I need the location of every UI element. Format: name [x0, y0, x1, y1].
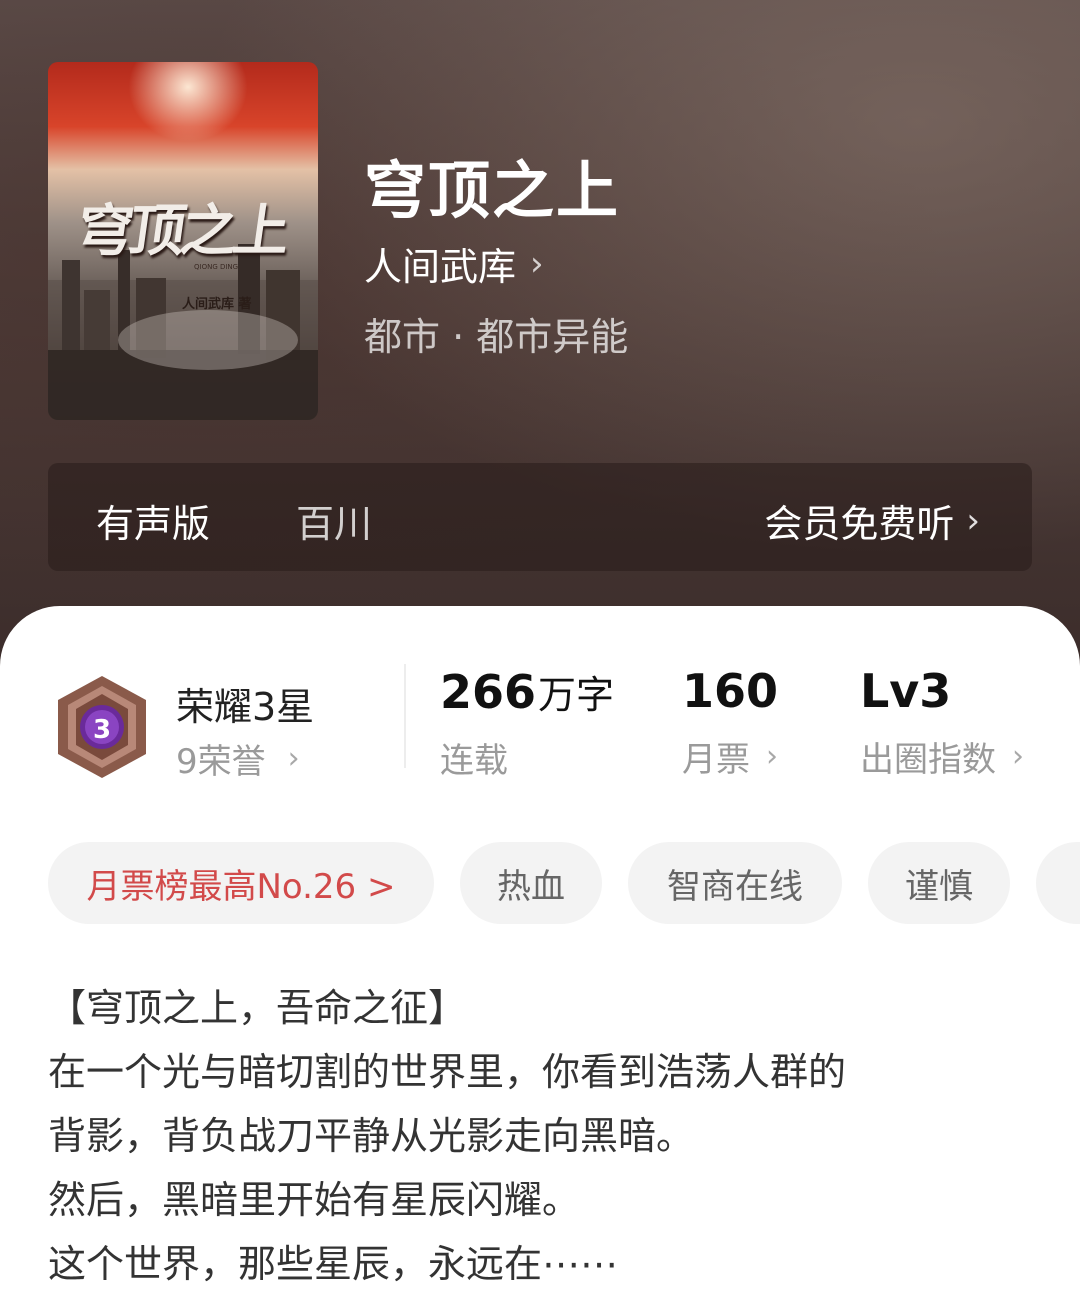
description-line: 在一个光与暗切割的世界里，你看到浩荡人群的: [48, 1050, 847, 1094]
stat-value: Lv3: [860, 664, 952, 718]
chevron-right-icon: ›: [766, 739, 778, 774]
stat-label: 连载: [440, 741, 508, 781]
chevron-right-icon: ›: [287, 741, 300, 776]
audio-narrator: 百川: [296, 502, 373, 546]
description-line: 这个世界，那些星辰，永远在⋯⋯: [48, 1242, 619, 1286]
book-description[interactable]: 【穹顶之上，吾命之征】 在一个光与暗切割的世界里，你看到浩荡人群的 背影，背负战…: [48, 976, 1038, 1296]
honor-badge-icon[interactable]: 3: [52, 672, 152, 782]
member-listen-button[interactable]: 会员免费听 ›: [764, 493, 980, 548]
book-title: 穹顶之上: [364, 154, 621, 227]
tag-item[interactable]: 谨慎: [868, 842, 1010, 924]
chevron-right-icon: ›: [966, 500, 980, 541]
stat-popularity-index[interactable]: Lv3 出圈指数 ›: [860, 664, 1024, 781]
stat-monthly-tickets[interactable]: 160 月票 ›: [682, 664, 778, 781]
cover-light: [128, 62, 248, 142]
tag-item[interactable]: 热血: [460, 842, 602, 924]
book-genre: 都市 · 都市异能: [364, 315, 629, 359]
cover-subtitle: QIONG DING: [194, 263, 239, 271]
honor-count: 9荣誉: [176, 742, 266, 782]
tag-item-partial[interactable]: [1036, 842, 1080, 924]
honor-title: 荣耀3星: [176, 685, 315, 729]
audio-version-bar[interactable]: 有声版 百川 会员免费听 ›: [48, 463, 1032, 571]
stat-value: 160: [682, 664, 779, 718]
book-cover[interactable]: 穹顶之上 QIONG DING 人间武库 著: [48, 62, 318, 420]
description-line: 背影，背负战刀平静从光影走向黑暗。: [48, 1114, 695, 1158]
honor-count-link[interactable]: 9荣誉 ›: [176, 734, 300, 783]
badge-level: 3: [93, 715, 111, 745]
stat-label: 月票: [682, 740, 750, 780]
tag-item[interactable]: 智商在线: [628, 842, 842, 924]
description-line: 然后，黑暗里开始有星辰闪耀。: [48, 1178, 581, 1222]
member-listen-label: 会员免费听: [764, 502, 955, 546]
tag-rank[interactable]: 月票榜最高No.26 >: [48, 842, 434, 924]
tag-list: 月票榜最高No.26 > 热血 智商在线 谨慎: [48, 842, 1080, 924]
audio-label: 有声版: [96, 502, 211, 546]
author-name: 人间武库: [364, 245, 517, 289]
description-line: 【穹顶之上，吾命之征】: [48, 986, 467, 1030]
cover-title: 穹顶之上: [72, 198, 291, 264]
chevron-right-icon: ›: [530, 243, 544, 284]
cover-author: 人间武库 著: [182, 297, 252, 312]
stat-word-count: 266万字 连载: [440, 664, 614, 782]
stats-divider: [404, 664, 406, 768]
book-header: 穹顶之上 QIONG DING 人间武库 著 穹顶之上 人间武库 › 都市 · …: [0, 0, 1080, 680]
author-link[interactable]: 人间武库 ›: [364, 236, 544, 291]
stat-value: 266: [440, 665, 537, 719]
stat-unit: 万字: [538, 673, 615, 717]
stat-label: 出圈指数: [860, 740, 996, 780]
chevron-right-icon: ›: [1012, 739, 1024, 774]
